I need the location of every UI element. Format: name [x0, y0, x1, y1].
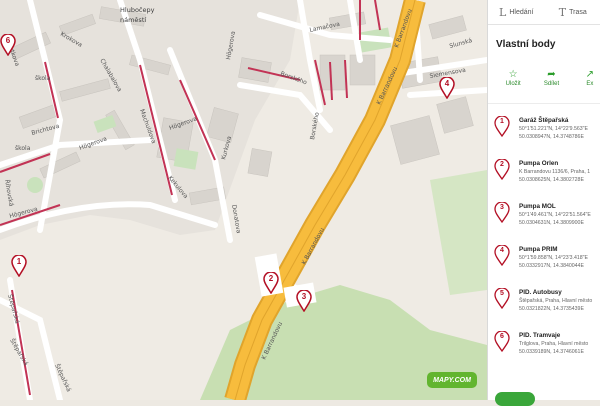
poi-name: PID. Autobusy — [519, 289, 562, 296]
poi-number: 3 — [494, 204, 510, 211]
map-marker-1[interactable]: 1 — [11, 255, 27, 277]
poi-coordinates: 50°1'49.461"N, 14°22'51.564"E — [519, 212, 591, 218]
star-icon: ☆ — [509, 69, 518, 81]
map-layer: Lamačova Borského Borského K Barrandovu … — [0, 0, 487, 400]
search-tab-icon: L — [499, 6, 506, 19]
poi-name: Garáž Štěpařská — [519, 117, 568, 124]
save-action-button[interactable]: ☆ Uložit — [502, 69, 524, 103]
map-marker-2[interactable]: 2 — [263, 272, 279, 294]
tab-search[interactable]: L Hledání — [488, 0, 545, 24]
poi-address: K Barrandovu 1136/6, Praha, 1 — [519, 169, 590, 175]
poi-decimal: 50.0332917N, 14.3840044E — [519, 263, 584, 269]
map-marker-3[interactable]: 3 — [296, 290, 312, 312]
poi-address: Trilglova, Praha, Hlavní město — [519, 341, 588, 347]
marker-number: 2 — [263, 274, 279, 283]
export-icon: ↗ — [586, 69, 594, 81]
share-action-button[interactable]: ➦ Sdílet — [540, 69, 562, 103]
route-tab-icon: T — [559, 6, 566, 19]
poi-number: 4 — [494, 247, 510, 254]
poi-decimal: 50.0339189N, 14.3746061E — [519, 349, 584, 355]
save-button[interactable] — [495, 392, 535, 406]
map-canvas[interactable]: Lamačova Borského Borského K Barrandovu … — [0, 0, 487, 400]
poi-item[interactable]: 3 Pumpa MOL 50°1'49.461"N, 14°22'51.564"… — [488, 196, 600, 239]
tab-label: Hledání — [509, 9, 533, 16]
marker-number: 6 — [0, 36, 16, 45]
poi-pin-icon: 5 — [494, 288, 510, 309]
poi-item[interactable]: 4 Pumpa PRIM 50°1'59.858"N, 14°23'3.418"… — [488, 239, 600, 282]
poi-item[interactable]: 5 PID. Autobusy Štěpařská, Praha, Hlavní… — [488, 282, 600, 325]
action-bar: ☆ Uložit ➦ Sdílet ↗ Ex — [488, 55, 600, 104]
poi-coordinates: 50°1'59.858"N, 14°23'3.418"E — [519, 255, 588, 261]
share-icon: ➦ — [547, 69, 555, 81]
poi-decimal: 50.0321822N, 14.3735439E — [519, 306, 584, 312]
mapy-logo[interactable]: MAPY.COM — [427, 372, 477, 388]
marker-number: 1 — [11, 257, 27, 266]
poi-item[interactable]: 1 Garáž Štěpařská 50°1'51.221"N, 14°22'9… — [488, 110, 600, 153]
poi-name: Pumpa MOL — [519, 203, 556, 210]
poi-address: Štěpařská, Praha, Hlavní město — [519, 298, 592, 304]
place-label: náměstí — [120, 16, 146, 24]
map-marker-4[interactable]: 4 — [439, 77, 455, 99]
poi-name: Pumpa Orlen — [519, 160, 558, 167]
poi-pin-icon: 6 — [494, 331, 510, 352]
tab-route[interactable]: T Trasa — [545, 0, 600, 24]
side-panel: L Hledání T Trasa Vlastní body ☆ Uložit … — [487, 0, 600, 400]
poi-number: 2 — [494, 161, 510, 168]
marker-number: 4 — [439, 79, 455, 88]
poi-item[interactable]: 2 Pumpa Orlen K Barrandovu 1136/6, Praha… — [488, 153, 600, 196]
marker-number: 3 — [296, 292, 312, 301]
place-label: škola — [35, 75, 51, 82]
action-label: Uložit — [506, 81, 521, 87]
tab-label: Trasa — [569, 9, 587, 16]
poi-pin-icon: 2 — [494, 159, 510, 180]
poi-decimal: 50.0304631N, 14.3809900E — [519, 220, 584, 226]
poi-number: 1 — [494, 118, 510, 125]
poi-coordinates: 50°1'51.221"N, 14°22'9.563"E — [519, 126, 588, 132]
poi-pin-icon: 1 — [494, 116, 510, 137]
place-label: škola — [15, 145, 31, 152]
poi-number: 6 — [494, 333, 510, 340]
poi-item[interactable]: 6 PID. Tramvaje Trilglova, Praha, Hlavní… — [488, 325, 600, 368]
panel-tabs: L Hledání T Trasa — [488, 0, 600, 25]
poi-list: 1 Garáž Štěpařská 50°1'51.221"N, 14°22'9… — [488, 104, 600, 368]
poi-decimal: 50.0308947N, 14.3748786E — [519, 134, 584, 140]
poi-number: 5 — [494, 290, 510, 297]
action-label: Sdílet — [544, 81, 559, 87]
map-marker-6[interactable]: 6 — [0, 34, 16, 56]
export-action-button[interactable]: ↗ Ex — [579, 69, 600, 103]
action-label: Ex — [586, 81, 593, 87]
poi-pin-icon: 4 — [494, 245, 510, 266]
place-label: Hlubočepy — [120, 6, 155, 14]
poi-decimal: 50.0308625N, 14.3802728E — [519, 177, 584, 183]
poi-name: Pumpa PRIM — [519, 246, 558, 253]
poi-name: PID. Tramvaje — [519, 332, 560, 339]
panel-title: Vlastní body — [488, 25, 600, 55]
poi-pin-icon: 3 — [494, 202, 510, 223]
